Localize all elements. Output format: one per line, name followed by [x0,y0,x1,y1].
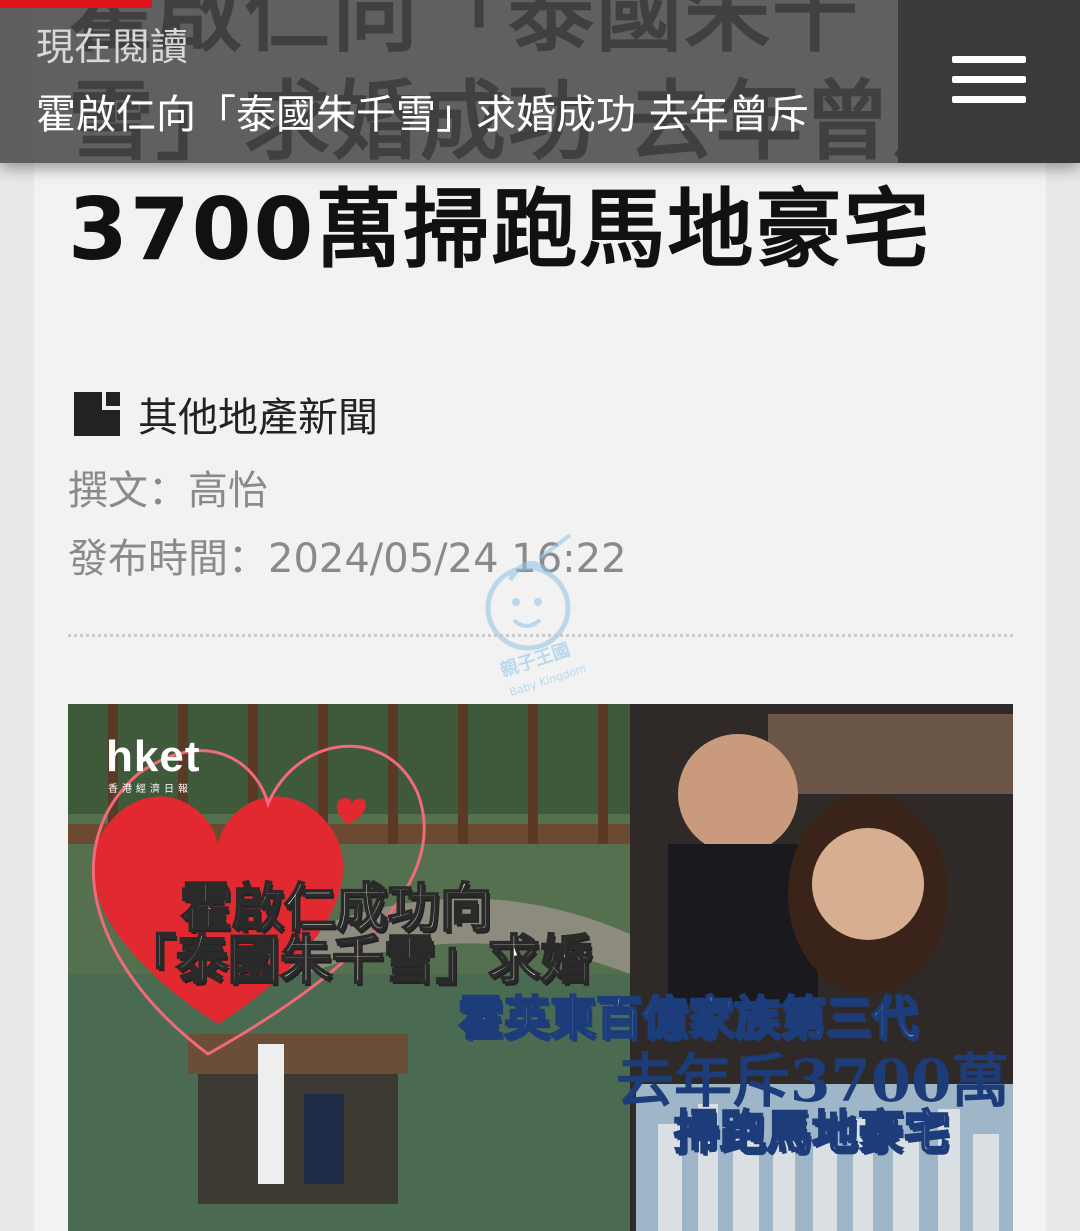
sticky-header: 現在閱讀 霍啟仁向「泰國朱千雪」求婚成功 去年曾斥 [0,0,1080,163]
hket-logo-sub: 香港經濟日報 [108,784,192,795]
byline: 撰文：高怡 [68,468,268,514]
section-link[interactable]: 其他地產新聞 [72,388,378,441]
section-label: 其他地產新聞 [138,395,378,441]
meta-divider [68,634,1013,637]
baby-kingdom-watermark: 親子王國 Baby Kingdom [485,533,588,699]
hero-headline-line: 掃跑馬地豪宅 [673,1104,951,1160]
brand-accent-bar [0,0,152,8]
hket-logo: hket [106,732,201,781]
hero-image[interactable]: hket 香港經濟日報 霍啟仁成功向 「泰國朱千雪」求婚 霍英東百億家族第三代 … [68,704,1013,1231]
menu-button[interactable] [898,0,1080,163]
document-icon [74,392,120,436]
now-reading-label: 現在閱讀 [36,25,189,69]
current-article-title[interactable]: 霍啟仁向「泰國朱千雪」求婚成功 去年曾斥 [36,82,876,140]
